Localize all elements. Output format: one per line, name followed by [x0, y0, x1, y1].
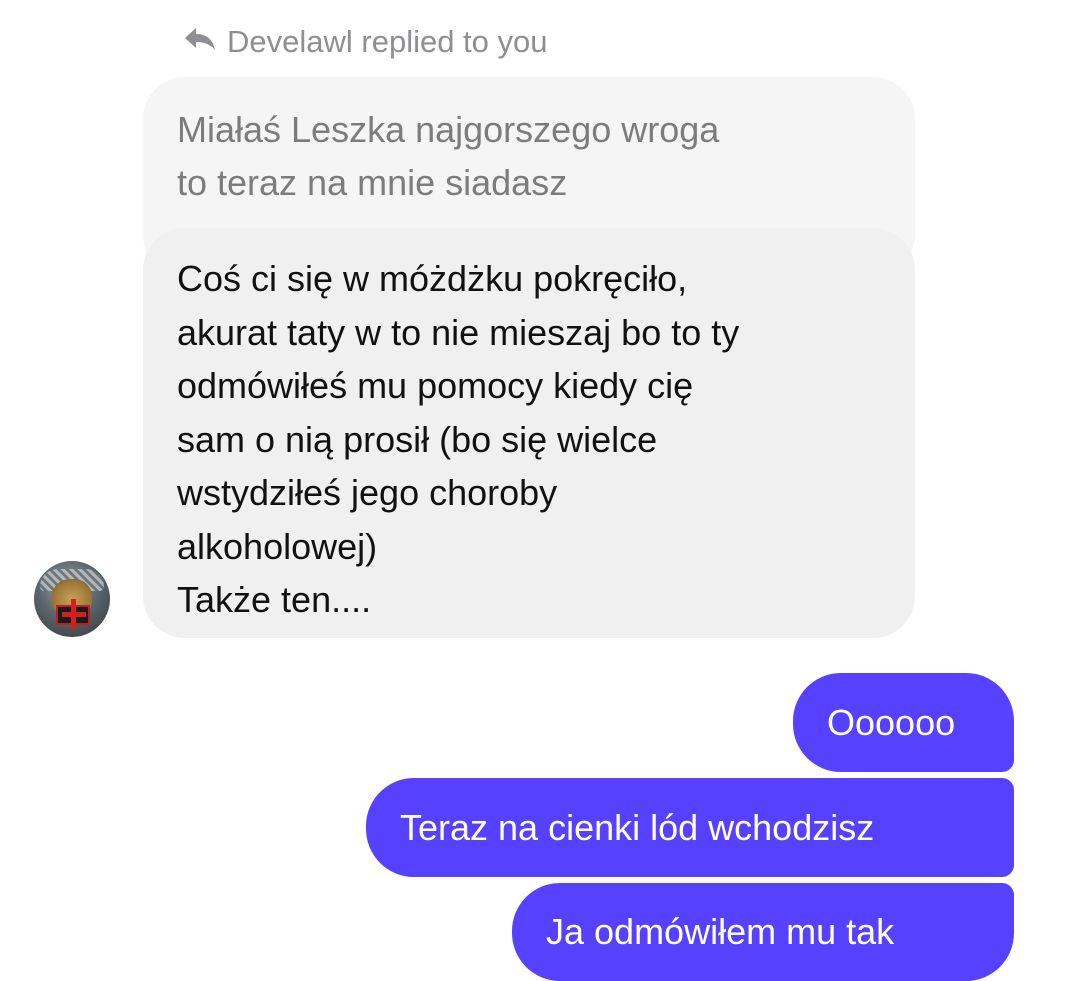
- avatar-cross-badge: [56, 599, 90, 629]
- incoming-message[interactable]: Coś ci się w móżdżku pokręciło, akurat t…: [143, 228, 915, 638]
- outgoing-message[interactable]: Teraz na cienki lód wchodzisz: [366, 778, 1014, 877]
- outgoing-message[interactable]: Ja odmówiłem mu tak: [512, 883, 1014, 981]
- user-avatar[interactable]: [34, 561, 110, 637]
- reply-header: Develawl replied to you: [183, 22, 548, 62]
- reply-arrow-icon: [183, 24, 227, 60]
- outgoing-message[interactable]: Oooooo: [793, 673, 1014, 772]
- reply-header-text: Develawl replied to you: [227, 24, 548, 59]
